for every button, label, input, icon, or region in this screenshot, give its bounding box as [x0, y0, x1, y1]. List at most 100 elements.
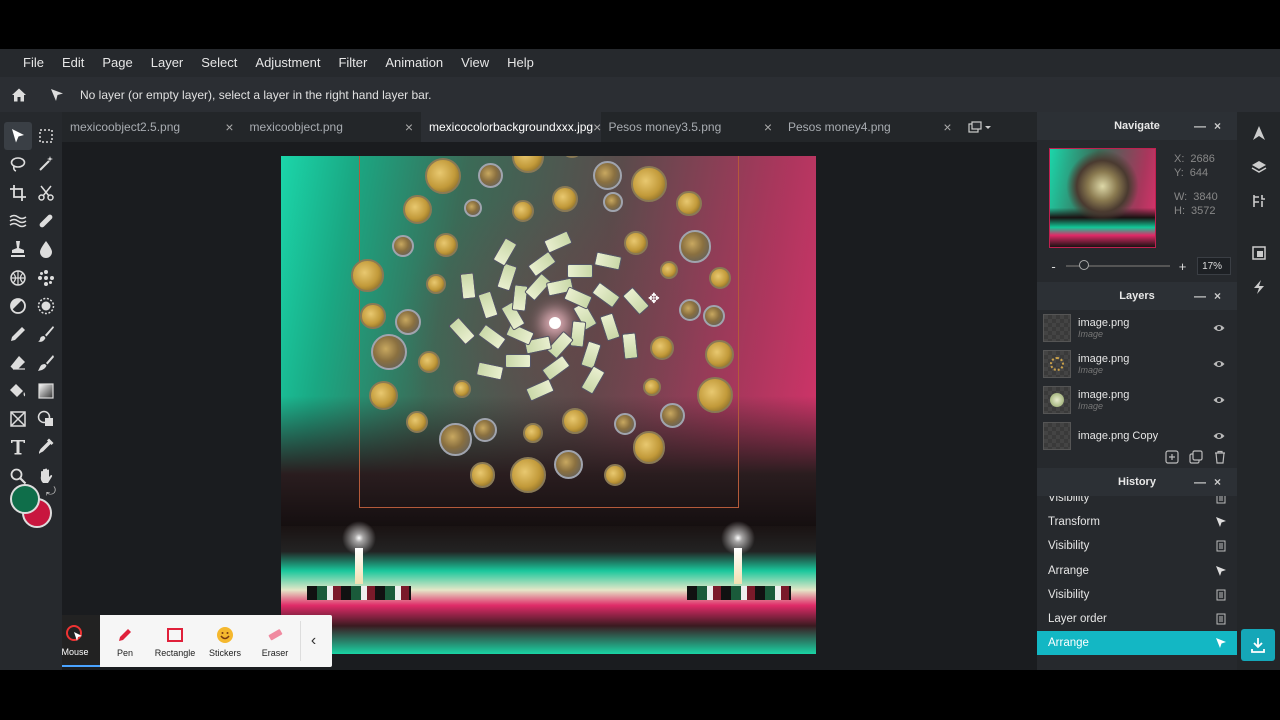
- close-icon[interactable]: ×: [943, 119, 951, 135]
- panel-controls[interactable]: —×: [1194, 468, 1229, 496]
- text-tool-icon[interactable]: [4, 433, 32, 461]
- duplicate-layer-icon[interactable]: [1189, 450, 1203, 464]
- history-item[interactable]: Layer order: [1037, 607, 1237, 631]
- recorder-rectangle-tool[interactable]: Rectangle: [150, 615, 200, 667]
- visibility-eye-icon[interactable]: [1213, 394, 1225, 406]
- visibility-eye-icon[interactable]: [1213, 358, 1225, 370]
- quick-actions-icon[interactable]: [1237, 270, 1280, 304]
- menu-select[interactable]: Select: [192, 49, 246, 77]
- menu-page[interactable]: Page: [93, 49, 141, 77]
- panel-controls[interactable]: —×: [1194, 112, 1229, 140]
- recorder-stickers-tool[interactable]: Stickers: [200, 615, 250, 667]
- visibility-eye-icon[interactable]: [1213, 430, 1225, 442]
- foreground-color-swatch[interactable]: [10, 484, 40, 514]
- menu-edit[interactable]: Edit: [53, 49, 93, 77]
- stamp-tool-icon[interactable]: [4, 235, 32, 263]
- tab-pesos-money3-5[interactable]: Pesos money3.5.png ×: [601, 112, 781, 142]
- menu-animation[interactable]: Animation: [376, 49, 452, 77]
- bandage-tool-icon[interactable]: [32, 207, 60, 235]
- close-icon[interactable]: ×: [405, 119, 413, 135]
- lasso-tool-icon[interactable]: [4, 150, 32, 178]
- recorder-tool-label: Mouse: [62, 646, 89, 657]
- download-button[interactable]: [1241, 629, 1275, 661]
- blur-drop-icon[interactable]: [32, 235, 60, 263]
- panel-controls[interactable]: —×: [1194, 282, 1229, 310]
- tab-pesos-money4[interactable]: Pesos money4.png ×: [780, 112, 960, 142]
- add-layer-icon[interactable]: [1165, 450, 1179, 464]
- history-item-active[interactable]: Arrange: [1037, 631, 1237, 656]
- crop-tool-icon[interactable]: [4, 179, 32, 207]
- scissors-icon[interactable]: [32, 179, 60, 207]
- eraser-tool-icon[interactable]: [4, 348, 32, 376]
- brush-tool-icon[interactable]: [32, 320, 60, 348]
- canvas-area[interactable]: ✥ ⠿ ❚❚ Mouse Pen Rectangle Stickers: [62, 142, 1037, 670]
- menu-file[interactable]: File: [14, 49, 53, 77]
- options-bar: No layer (or empty layer), select a laye…: [0, 77, 1280, 112]
- swap-colors-icon[interactable]: ⤾: [46, 484, 56, 499]
- history-item[interactable]: Arrange: [1037, 559, 1237, 583]
- y-label: Y:: [1174, 167, 1184, 179]
- document-canvas[interactable]: [281, 156, 816, 654]
- zoom-slider-handle[interactable]: [1078, 260, 1089, 270]
- layer-row[interactable]: image.png Copy: [1037, 418, 1237, 454]
- layer-row[interactable]: image.png Image: [1037, 346, 1237, 382]
- layers-panel-icon[interactable]: [1237, 150, 1280, 184]
- menu-layer[interactable]: Layer: [142, 49, 193, 77]
- zoom-in-button[interactable]: +: [1176, 259, 1189, 274]
- layer-row[interactable]: image.png Image: [1037, 382, 1237, 418]
- pen-icon: [116, 625, 134, 645]
- navigate-panel-icon[interactable]: [1237, 116, 1280, 150]
- history-item[interactable]: Visibility: [1037, 583, 1237, 607]
- layer-type: Image: [1078, 329, 1104, 339]
- close-icon[interactable]: ×: [225, 119, 233, 135]
- layer-type: Image: [1078, 365, 1104, 375]
- pattern-tool-icon[interactable]: [32, 263, 60, 291]
- eyedropper-icon[interactable]: [32, 433, 60, 461]
- history-item[interactable]: Visibility: [1037, 496, 1237, 510]
- close-icon[interactable]: ×: [764, 119, 772, 135]
- recorder-mouse-tool[interactable]: Mouse: [62, 615, 100, 667]
- pencil-tool-icon[interactable]: [4, 320, 32, 348]
- paint-bucket-icon[interactable]: [4, 377, 32, 405]
- magic-wand-icon[interactable]: [32, 150, 60, 178]
- visibility-eye-icon[interactable]: [1213, 322, 1225, 334]
- menu-adjustment[interactable]: Adjustment: [246, 49, 329, 77]
- banknote-graphic: [459, 272, 477, 300]
- banknote-graphic: [504, 354, 531, 369]
- history-item[interactable]: Visibility: [1037, 534, 1237, 558]
- navigator-thumbnail[interactable]: [1049, 148, 1156, 248]
- history-item[interactable]: Transform: [1037, 510, 1237, 534]
- recorder-eraser-tool[interactable]: Eraser: [250, 615, 300, 667]
- menu-view[interactable]: View: [452, 49, 498, 77]
- recorder-pen-tool[interactable]: Pen: [100, 615, 150, 667]
- layer-thumbnail: [1043, 422, 1071, 450]
- gradient-tool-icon[interactable]: [32, 377, 60, 405]
- home-icon[interactable]: [0, 77, 38, 112]
- sponge-tool-icon[interactable]: [4, 263, 32, 291]
- window-layout-icon[interactable]: [960, 112, 1000, 142]
- coin-graphic: [472, 417, 497, 442]
- history-panel-icon[interactable]: [1237, 184, 1280, 218]
- candle-base-right: [687, 586, 791, 600]
- shapes-tool-icon[interactable]: [32, 405, 60, 433]
- move-tool-icon[interactable]: [4, 122, 32, 151]
- smudge-tool-icon[interactable]: [32, 348, 60, 376]
- tab-mexicocolorbackground[interactable]: mexicocolorbackgroundxxx.jpg ×: [421, 112, 601, 142]
- layer-row[interactable]: image.png Image: [1037, 310, 1237, 346]
- shape-frame-icon[interactable]: [4, 405, 32, 433]
- tab-mexicoobject[interactable]: mexicoobject.png ×: [242, 112, 422, 142]
- zoom-value-input[interactable]: 17%: [1197, 257, 1231, 275]
- menu-help[interactable]: Help: [498, 49, 543, 77]
- coin-graphic: [678, 230, 712, 263]
- dodge-tool-icon[interactable]: [4, 292, 32, 320]
- delete-layer-icon[interactable]: [1213, 450, 1227, 464]
- properties-panel-icon[interactable]: [1237, 236, 1280, 270]
- collapse-chevron-icon[interactable]: ‹: [300, 621, 326, 661]
- zoom-slider[interactable]: [1066, 260, 1171, 270]
- zoom-out-button[interactable]: -: [1047, 259, 1060, 274]
- marquee-tool-icon[interactable]: [32, 122, 60, 150]
- sharpen-tool-icon[interactable]: [32, 292, 60, 320]
- liquify-tool-icon[interactable]: [4, 207, 32, 235]
- menu-filter[interactable]: Filter: [329, 49, 376, 77]
- tab-mexicoobject2-5[interactable]: mexicoobject2.5.png ×: [62, 112, 242, 142]
